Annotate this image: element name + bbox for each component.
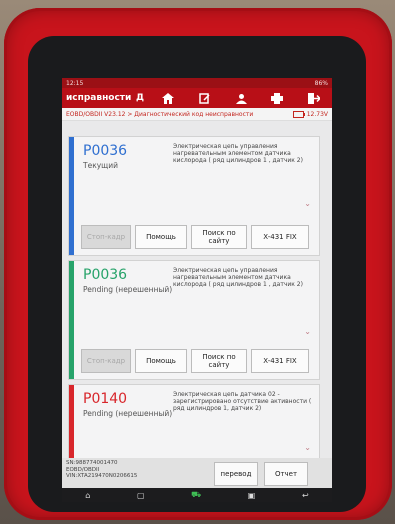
recents-icon[interactable]: ▢ [137, 491, 145, 500]
dtc-description: Электрическая цепь управления нагревател… [173, 267, 303, 288]
dtc-code: P0036 [83, 267, 128, 283]
dtc-card: P0140 Pending (нерешенный) Электрическая… [68, 384, 320, 460]
chevron-down-icon[interactable]: ⌄ [304, 327, 311, 336]
voltage-value: 12.73V [306, 110, 328, 118]
freeze-frame-button[interactable]: Стоп-кадр [81, 225, 131, 249]
voltage-indicator: 12.73V [292, 110, 328, 118]
bottom-bar: SN:988774001470 EOBD/OBDII VIN:XTA219470… [62, 458, 332, 488]
gallery-icon[interactable]: ▣ [248, 491, 256, 500]
battery-icon [292, 110, 305, 118]
user-icon[interactable] [223, 93, 259, 104]
status-right: 86% [314, 79, 328, 87]
device-screen: 12:15 86% исправности Д EOBD/OBDII V23.1… [62, 78, 332, 488]
chevron-down-icon[interactable]: ⌄ [304, 443, 311, 452]
dtc-card: P0036 Текущий Электрическая цепь управле… [68, 136, 320, 256]
android-nav-bar: ⌂ ▢ ⛟ ▣ ↩ [62, 488, 332, 502]
home-icon[interactable] [150, 92, 186, 104]
toolbar-title: исправности [66, 93, 132, 103]
help-button[interactable]: Помощь [135, 225, 187, 249]
card-stripe [69, 261, 74, 379]
edit-icon[interactable] [186, 92, 222, 104]
back-icon[interactable]: ↩ [302, 491, 309, 500]
dtc-description: Электрическая цепь датчика 02 - зарегист… [173, 391, 312, 412]
exit-icon[interactable] [296, 92, 332, 104]
help-button[interactable]: Помощь [135, 349, 187, 373]
car-icon[interactable]: ⛟ [191, 490, 201, 500]
chevron-down-icon[interactable]: ⌄ [304, 199, 311, 208]
dtc-code: P0140 [83, 391, 128, 407]
vehicle-info: SN:988774001470 EOBD/OBDII VIN:XTA219470… [66, 460, 137, 480]
x431-fix-button[interactable]: X-431 FIX [251, 225, 309, 249]
android-status-bar: 12:15 86% [62, 78, 332, 88]
dtc-status: Pending (нерешенный) [83, 285, 173, 294]
dtc-status: Текущий [83, 161, 118, 170]
card-stripe [69, 137, 74, 255]
app-toolbar: исправности Д [62, 88, 332, 108]
web-search-button[interactable]: Поиск по сайту [191, 349, 247, 373]
breadcrumb: EOBD/OBDII V23.12 > Диагностический код … [62, 108, 332, 121]
dtc-code: P0036 [83, 143, 128, 159]
x431-fix-button[interactable]: X-431 FIX [251, 349, 309, 373]
web-search-button[interactable]: Поиск по сайту [191, 225, 247, 249]
print-icon[interactable] [259, 92, 295, 104]
translate-button[interactable]: перевод [214, 462, 258, 486]
card-stripe [69, 385, 74, 459]
status-time: 12:15 [66, 79, 84, 87]
breadcrumb-path: EOBD/OBDII V23.12 > Диагностический код … [66, 110, 254, 118]
dtc-status: Pending (нерешенный) [83, 409, 173, 418]
vin: VIN:XTA219470N0206615 [66, 473, 138, 479]
dtc-card: P0036 Pending (нерешенный) Электрическая… [68, 260, 320, 380]
report-button[interactable]: Отчет [264, 462, 308, 486]
toolbar-d-label: Д [136, 93, 145, 103]
freeze-frame-button[interactable]: Стоп-кадр [81, 349, 131, 373]
home-nav-icon[interactable]: ⌂ [85, 491, 90, 500]
dtc-description: Электрическая цепь управления нагревател… [173, 143, 303, 164]
